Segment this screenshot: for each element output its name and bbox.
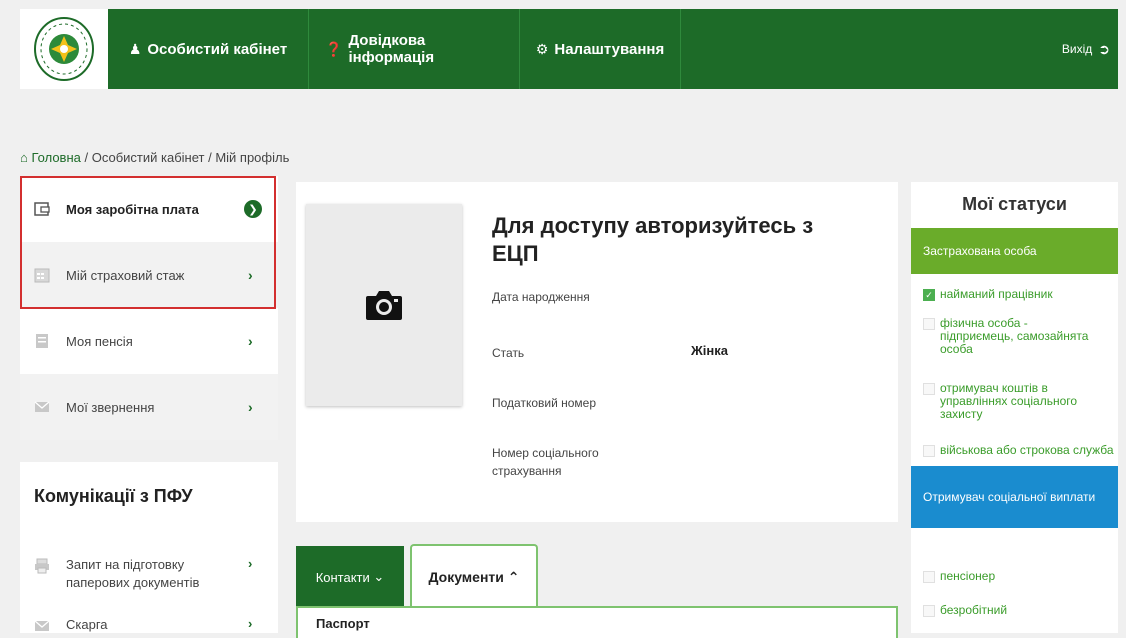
breadcrumb-home-link[interactable]: Головна [31, 150, 80, 165]
nav-settings-label: Налаштування [554, 40, 665, 58]
chevron-down-icon: ⌄ [369, 569, 385, 584]
gender-value: Жінка [691, 343, 728, 358]
logout-button[interactable]: Вихід ➲ [1040, 9, 1110, 89]
envelope-icon [34, 620, 50, 631]
sidebar-item-label: Моя пенсія [66, 333, 133, 349]
checkbox[interactable] [923, 383, 935, 395]
comm-item-label: Скарга [66, 617, 108, 632]
profile-photo-upload[interactable] [306, 204, 462, 406]
tab-contacts[interactable]: Контакти ⌄ [296, 546, 404, 608]
chevron-right-icon: › [248, 556, 253, 571]
top-gap [0, 0, 1126, 9]
statuses-panel: Мої статуси Застрахована особа ✓ наймани… [911, 182, 1118, 633]
nav-personal-cabinet[interactable]: ♟ Особистий кабінет [108, 9, 308, 89]
profile-tabs: Контакти ⌄ Документи ⌃ Паспорт [296, 544, 898, 638]
profile-auth-title: Для доступу авторизуйтесь з ЕЦП [492, 213, 814, 266]
communications-panel: Комунікації з ПФУ Запит на підготовку па… [20, 462, 278, 633]
social-insurance-number-label: Номер соціального страхування [492, 446, 599, 478]
sidebar-item-appeals[interactable]: Мої звернення › [20, 374, 278, 440]
documents-panel-heading: Паспорт [316, 616, 370, 631]
question-icon: ❓ [325, 40, 343, 57]
checkbox[interactable] [923, 571, 935, 583]
nav-divider [680, 9, 681, 89]
status-label: безробітний [940, 603, 1008, 617]
profile-card: Для доступу авторизуйтесь з ЕЦП Дата нар… [296, 182, 898, 522]
gear-icon: ⚙ [535, 40, 549, 57]
user-icon: ♟ [128, 40, 142, 57]
comm-item-paper-docs-request[interactable]: Запит на підготовку паперових документів… [20, 556, 278, 596]
statuses-title: Мої статуси [962, 194, 1067, 214]
breadcrumb-trail: / Особистий кабінет / Мій профіль [80, 150, 290, 165]
status-label: фізична особа - підприємець, самозайнята… [940, 316, 1089, 356]
documents-panel: Паспорт [296, 606, 898, 638]
status-label: найманий працівник [940, 287, 1053, 301]
checkbox[interactable] [923, 318, 935, 330]
camera-icon [366, 291, 402, 320]
document-stack-icon [36, 334, 48, 348]
pfu-logo[interactable] [20, 9, 108, 89]
comm-item-label: Запит на підготовку паперових документів [66, 557, 200, 590]
tab-documents-label: Документи [428, 569, 504, 585]
insured-person-header: Застрахована особа [911, 228, 1118, 274]
sidebar-item-pension[interactable]: Моя пенсія › [20, 308, 278, 374]
chevron-right-icon: › [248, 333, 253, 349]
printer-icon [35, 558, 49, 574]
checkbox-checked[interactable]: ✓ [923, 289, 935, 301]
checkbox[interactable] [923, 445, 935, 457]
logout-icon: ➲ [1098, 40, 1110, 57]
sidebar-item-label: Мої звернення [66, 399, 155, 415]
gender-label: Стать [492, 346, 525, 360]
birth-date-label: Дата народження [492, 290, 590, 304]
tab-documents[interactable]: Документи ⌃ [410, 544, 538, 608]
emblem-icon [34, 17, 94, 81]
status-label: отримувач коштів в управліннях соціально… [940, 381, 1078, 421]
status-label: пенсіонер [940, 569, 996, 583]
main-header: ♟ Особистий кабінет ❓ Довідкова інформац… [20, 9, 1118, 89]
nav-cabinet-label: Особистий кабінет [147, 40, 288, 58]
nav-settings[interactable]: ⚙ Налаштування [520, 9, 680, 89]
nav-help-info[interactable]: ❓ Довідкова інформація [309, 9, 519, 89]
envelope-icon [34, 401, 50, 412]
nav-help-label: Довідкова інформація [348, 32, 435, 66]
comm-item-complaint[interactable]: Скарга › [20, 616, 278, 634]
tab-contacts-label: Контакти [315, 569, 370, 585]
chevron-right-icon: › [248, 616, 253, 631]
checkbox[interactable] [923, 605, 935, 617]
chevron-up-icon: ⌃ [503, 568, 520, 585]
communications-title: Комунікації з ПФУ [34, 486, 193, 506]
social-payment-recipient-header: Отримувач соціальної виплати [911, 466, 1118, 528]
logout-label: Вихід [1061, 42, 1093, 56]
highlight-frame [20, 176, 276, 309]
breadcrumb: ⌂ Головна / Особистий кабінет / Мій проф… [20, 150, 289, 165]
status-label: військова або строкова служба [940, 443, 1114, 457]
home-icon: ⌂ [20, 150, 28, 165]
chevron-right-icon: › [248, 399, 253, 415]
tax-number-label: Податковий номер [492, 396, 597, 410]
